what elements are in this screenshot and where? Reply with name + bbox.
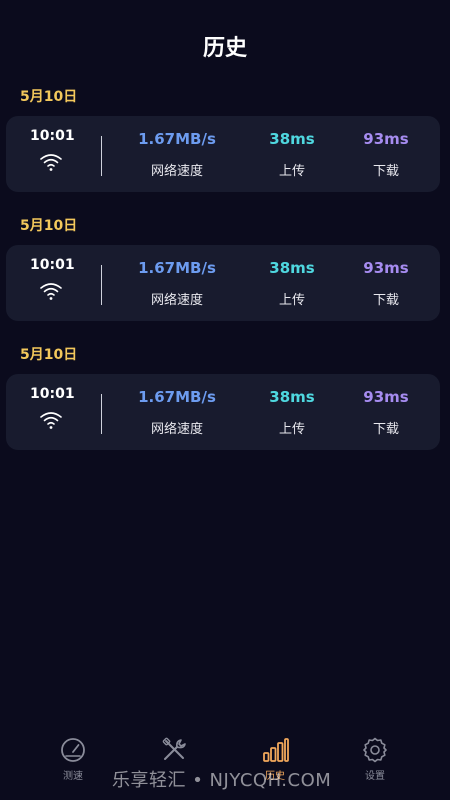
network-speed-label: 网络速度: [150, 422, 203, 437]
record-time: 10:01: [30, 128, 75, 144]
tab-tools[interactable]: [144, 736, 204, 767]
network-speed-label: 网络速度: [150, 164, 203, 179]
download-metric: 93ms 下载: [331, 130, 441, 179]
tab-label: 设置: [365, 771, 385, 782]
tools-icon: [162, 737, 186, 760]
network-speed-metric: 1.67MB/s 网络速度: [122, 388, 232, 437]
network-speed-metric: 1.67MB/s 网络速度: [122, 130, 232, 179]
record-time: 10:01: [30, 386, 75, 402]
network-speed-label: 网络速度: [150, 293, 203, 308]
download-value: 93ms: [363, 130, 409, 148]
download-metric: 93ms 下载: [331, 259, 441, 308]
history-record-card[interactable]: 10:01 1.67MB/s 网络速度 38ms 上传 93ms 下载: [6, 374, 440, 450]
download-label: 下载: [372, 164, 399, 179]
card-divider: [101, 394, 102, 434]
history-record-card[interactable]: 10:01 1.67MB/s 网络速度 38ms 上传 93ms 下载: [6, 245, 440, 321]
history-screen: 历史 5月10日 10:01 1.67MB/s 网络速度 38ms 上传 93m…: [0, 0, 450, 800]
record-time: 10:01: [30, 257, 75, 273]
download-value: 93ms: [363, 259, 409, 277]
speedometer-icon: [61, 738, 85, 762]
wifi-icon: [40, 412, 62, 429]
date-label: 5月10日: [20, 89, 78, 105]
download-label: 下载: [372, 422, 399, 437]
tab-settings[interactable]: 设置: [345, 736, 405, 782]
gear-icon: [363, 737, 387, 763]
date-label: 5月10日: [20, 218, 78, 234]
download-value: 93ms: [363, 388, 409, 406]
wifi-icon: [40, 283, 62, 300]
download-label: 下载: [372, 293, 399, 308]
card-divider: [101, 265, 102, 305]
wifi-icon: [40, 154, 62, 171]
watermark-text: 乐享轻汇 • NJYCQH.COM: [112, 770, 332, 791]
history-record-card[interactable]: 10:01 1.67MB/s 网络速度 38ms 上传 93ms 下载: [6, 116, 440, 192]
card-divider: [101, 136, 102, 176]
tab-speed-test[interactable]: 测速: [43, 736, 103, 782]
page-title: 历史: [202, 36, 247, 61]
bar-chart-icon: [263, 738, 289, 762]
download-metric: 93ms 下载: [331, 388, 441, 437]
tab-label: 测速: [63, 771, 83, 782]
network-speed-value: 1.67MB/s: [138, 130, 216, 148]
network-speed-value: 1.67MB/s: [138, 388, 216, 406]
network-speed-metric: 1.67MB/s 网络速度: [122, 259, 232, 308]
network-speed-value: 1.67MB/s: [138, 259, 216, 277]
date-label: 5月10日: [20, 347, 78, 363]
